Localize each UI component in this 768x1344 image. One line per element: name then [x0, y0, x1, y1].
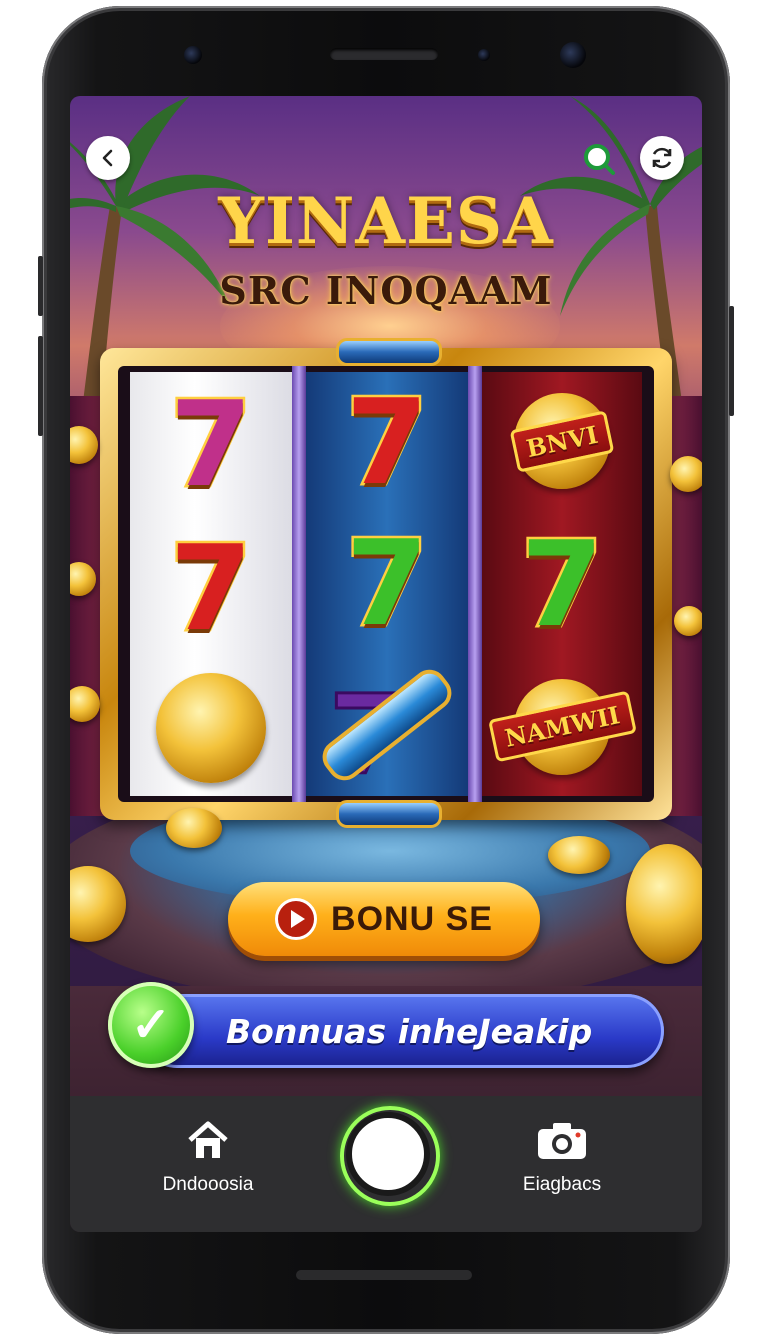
check-icon: ✓	[108, 982, 194, 1068]
rocket-symbol: 7	[315, 662, 459, 800]
reel-1: 7 7	[130, 372, 292, 796]
sync-icon	[652, 147, 672, 169]
play-icon	[275, 898, 318, 940]
search-button[interactable]	[580, 140, 618, 178]
reel-3: BNVI 7 NAMWII	[482, 372, 642, 796]
game-title: YINAESA	[218, 184, 554, 259]
bottom-navbar: Dndooosia Eiagbacs	[70, 1096, 702, 1232]
namwii-symbol: NAMWII	[487, 672, 637, 782]
chevron-left-icon	[102, 149, 113, 167]
front-camera	[560, 42, 586, 68]
seven-symbol: 7	[518, 514, 605, 653]
reel-2: 7 7 7	[306, 372, 468, 800]
sync-button[interactable]	[640, 136, 684, 180]
coin-decoration	[166, 808, 222, 848]
bonus-button[interactable]: BONU SE	[228, 882, 540, 956]
nav-item-camera[interactable]: Eiagbacs	[492, 1118, 632, 1196]
frame-bottom-ornament	[336, 800, 442, 828]
bonus-banner-label: Bonnuas inheJeakip	[226, 1012, 593, 1051]
bnvi-symbol: BNVI	[497, 386, 627, 496]
coin-decoration	[548, 836, 610, 874]
reels-window: 7 7 7 7 7 BNVI 7	[118, 366, 654, 802]
seven-symbol: 7	[167, 375, 254, 513]
frame-top-ornament	[336, 338, 442, 366]
bonus-button-label: BONU SE	[331, 899, 493, 938]
search-icon	[584, 144, 615, 175]
seven-symbol: 7	[343, 373, 430, 512]
earpiece-speaker	[330, 48, 438, 60]
front-sensor	[184, 46, 202, 64]
camera-icon	[538, 1123, 586, 1159]
nav-item-home[interactable]: Dndooosia	[138, 1118, 278, 1196]
home-indicator[interactable]	[296, 1270, 472, 1280]
coin-decoration	[670, 456, 702, 492]
proximity-sensor	[478, 49, 490, 61]
nav-item-label: Eiagbacs	[522, 1174, 602, 1195]
reel-divider	[468, 366, 482, 802]
volume-up-key[interactable]	[38, 256, 43, 316]
seven-symbol: 7	[167, 519, 254, 657]
gold-coin-symbol	[156, 673, 266, 783]
slot-machine-frame: 7 7 7 7 7 BNVI 7	[100, 338, 672, 828]
home-icon	[188, 1121, 228, 1158]
back-button[interactable]	[86, 136, 130, 180]
power-key[interactable]	[729, 306, 734, 416]
shutter-button[interactable]	[346, 1112, 430, 1196]
nav-item-label: Dndooosia	[162, 1174, 254, 1195]
coin-decoration	[674, 606, 702, 636]
coin-decoration	[626, 844, 702, 964]
game-subtitle: SRC INOQAAM	[219, 268, 553, 313]
reel-divider	[292, 366, 306, 802]
seven-symbol: 7	[343, 513, 430, 652]
app-screen: YINAESA SRC INOQAAM 7 7 7 7 7	[70, 96, 702, 1232]
volume-down-key[interactable]	[38, 336, 43, 436]
